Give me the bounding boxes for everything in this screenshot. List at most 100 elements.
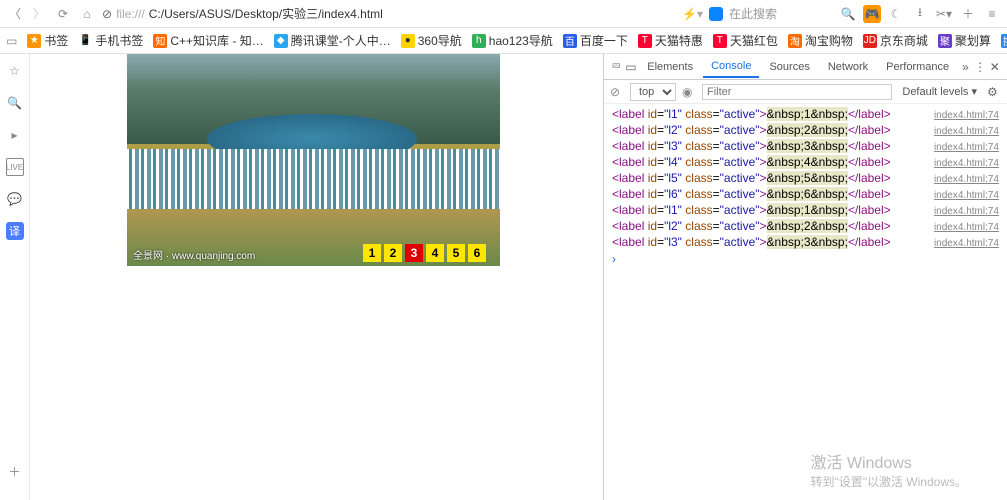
star-icon[interactable]: ☆ [6,62,24,80]
tab-elements[interactable]: Elements [639,57,701,77]
bookmark-label: 淘宝购物 [805,32,853,49]
slider-pager: 123456 [363,244,486,262]
source-link[interactable]: index4.html:74 [934,126,999,137]
console-log-row: <label id="l3" class="active">&nbsp;3&nb… [604,138,1007,154]
bookmark-label: hao123导航 [489,32,553,49]
pager-button[interactable]: 6 [468,244,486,262]
pager-button[interactable]: 2 [384,244,402,262]
bookmark-item[interactable]: 淘淘宝购物 [784,32,857,49]
console-settings-icon[interactable]: ⚙ [987,85,1001,99]
tab-network[interactable]: Network [820,57,876,77]
scissors-icon[interactable]: ✂▾ [935,5,953,23]
source-link[interactable]: index4.html:74 [934,190,999,201]
bookmark-item[interactable]: 携携程旅行 [997,32,1007,49]
plus-icon[interactable]: ＋ [959,5,977,23]
console-log-row: <label id="l3" class="active">&nbsp;3&nb… [604,234,1007,250]
pager-button[interactable]: 5 [447,244,465,262]
console-log-row: <label id="l6" class="active">&nbsp;6&nb… [604,186,1007,202]
console-log-row: <label id="l5" class="active">&nbsp;5&nb… [604,170,1007,186]
bookmark-item[interactable]: 📱手机书签 [74,32,147,49]
bookmark-item[interactable]: 百百度一下 [559,32,632,49]
bookmark-icon: h [472,34,486,48]
eye-icon[interactable]: ◉ [682,85,696,99]
console-output[interactable]: <label id="l1" class="active">&nbsp;1&nb… [604,104,1007,500]
device-toolbar-icon[interactable]: ▭ [625,59,638,75]
bookmark-label: 天猫红包 [730,32,778,49]
live-icon[interactable]: LIVE [6,158,24,176]
console-prompt[interactable]: › [604,250,1007,268]
bookmark-icon: 聚 [938,34,952,48]
select-element-icon[interactable]: ⮹ [610,59,623,75]
image-slider: 全景网 · www.quanjing.com 123456 [127,54,500,266]
bookmark-item[interactable]: T天猫红包 [709,32,782,49]
log-levels[interactable]: Default levels ▾ [898,84,981,99]
pager-button[interactable]: 3 [405,244,423,262]
bookmark-icon: 知 [153,34,167,48]
reload-button[interactable]: ⟳ [54,5,72,23]
game-icon[interactable]: 🎮 [863,5,881,23]
clear-console-icon[interactable]: ⊘ [610,85,624,99]
bookmark-item[interactable]: T天猫特惠 [634,32,707,49]
lightning-icon[interactable]: ⚡▾ [682,7,703,21]
tab-performance[interactable]: Performance [878,57,957,77]
bookmark-icon: JD [863,34,877,48]
bookmark-label: 书签 [44,32,68,49]
bookmark-icon: ★ [27,34,41,48]
chat-icon[interactable]: 💬 [6,190,24,208]
sidebar-toggle-icon[interactable]: ▭ [6,34,17,48]
source-link[interactable]: index4.html:74 [934,174,999,185]
shield-icon: ⊘ [102,7,112,21]
context-select[interactable]: top [630,83,676,101]
bookmark-icon: T [638,34,652,48]
moon-icon[interactable]: ☾ [887,5,905,23]
add-sidebar-icon[interactable]: ＋ [6,462,24,480]
source-link[interactable]: index4.html:74 [934,238,999,249]
bookmark-label: C++知识库 - 知… [170,32,263,49]
bookmark-label: 360导航 [418,32,462,49]
bookmark-icon: 淘 [788,34,802,48]
bookmarks-bar: ▭ ★书签📱手机书签知C++知识库 - 知…◆腾讯课堂-个人中…●360导航hh… [0,28,1007,54]
devtools-panel: ⮹ ▭ Elements Console Sources Network Per… [603,54,1007,500]
home-button[interactable]: ⌂ [78,5,96,23]
source-link[interactable]: index4.html:74 [934,206,999,217]
filter-input[interactable] [702,84,892,100]
source-link[interactable]: index4.html:74 [934,222,999,233]
bookmark-item[interactable]: ◆腾讯课堂-个人中… [270,32,395,49]
search-sidebar-icon[interactable]: 🔍 [6,94,24,112]
address-bar[interactable]: ⊘ file:/// C:/Users/ASUS/Desktop/实验三/ind… [102,5,482,22]
search-placeholder[interactable]: 在此搜索 [729,5,777,22]
forward-button[interactable]: 〉 [30,5,48,23]
console-log-row: <label id="l1" class="active">&nbsp;1&nb… [604,106,1007,122]
bookmark-label: 百度一下 [580,32,628,49]
source-link[interactable]: index4.html:74 [934,110,999,121]
bookmark-item[interactable]: ★书签 [23,32,72,49]
console-filter-bar: ⊘ top ◉ Default levels ▾ ⚙ [604,80,1007,104]
bookmark-item[interactable]: 知C++知识库 - 知… [149,32,267,49]
console-log-row: <label id="l2" class="active">&nbsp;2&nb… [604,122,1007,138]
source-link[interactable]: index4.html:74 [934,142,999,153]
menu-icon[interactable]: ≡ [983,5,1001,23]
tabs-more-icon[interactable]: » [959,59,972,75]
pager-button[interactable]: 1 [363,244,381,262]
tab-console[interactable]: Console [703,56,759,78]
back-button[interactable]: 〈 [6,5,24,23]
image-watermark: 全景网 · www.quanjing.com [133,247,255,262]
translate-icon[interactable]: 译 [6,222,24,240]
bookmark-icon: ● [401,34,415,48]
bookmark-item[interactable]: 聚聚划算 [934,32,995,49]
source-link[interactable]: index4.html:74 [934,158,999,169]
tab-sources[interactable]: Sources [761,57,817,77]
bookmark-item[interactable]: JD京东商城 [859,32,932,49]
video-icon[interactable]: ▸ [6,126,24,144]
download-icon[interactable]: ⭳ [911,5,929,23]
bookmark-item[interactable]: hhao123导航 [468,32,557,49]
pager-button[interactable]: 4 [426,244,444,262]
search-engine-icon[interactable] [709,7,723,21]
bookmark-item[interactable]: ●360导航 [397,32,466,49]
bookmark-icon: 📱 [78,34,92,48]
left-sidebar: ☆ 🔍 ▸ LIVE 💬 译 ＋ [0,54,30,500]
devtools-close-icon[interactable]: ✕ [988,59,1001,75]
devtools-menu-icon[interactable]: ⋮ [974,59,987,75]
search-icon[interactable]: 🔍 [839,5,857,23]
console-log-row: <label id="l4" class="active">&nbsp;4&nb… [604,154,1007,170]
